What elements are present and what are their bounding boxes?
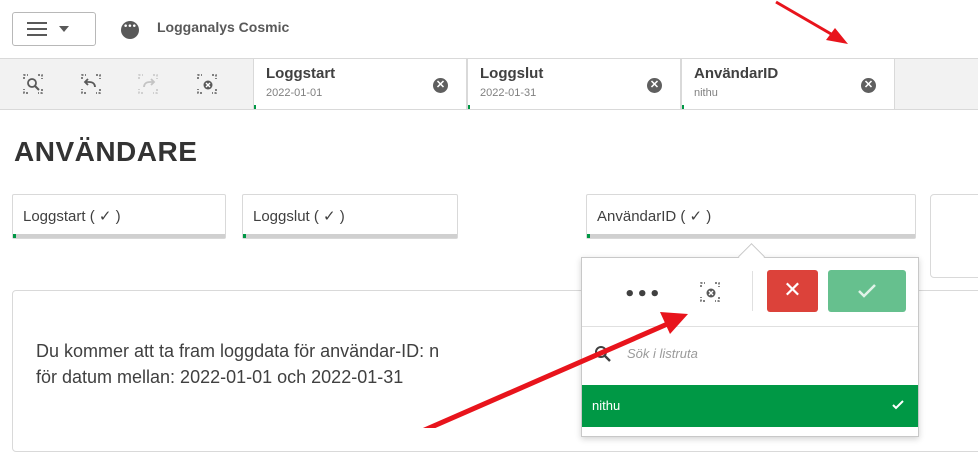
chevron-down-icon [59,26,69,32]
info-message-line2: för datum mellan: 2022-01-01 och 2022-01… [36,367,404,387]
close-icon[interactable]: ✕ [861,78,876,93]
chip-state-bar [254,105,256,109]
chip-value: 2022-01-01 [266,87,323,99]
filter-label: Loggstart ( ✓ ) [23,208,121,225]
chip-state-bar [468,105,470,109]
close-icon[interactable]: ✕ [433,78,448,93]
list-item-label: nithu [592,398,621,413]
clear-selection-icon[interactable] [699,281,721,303]
filter-label: Loggslut ( ✓ ) [253,208,345,225]
smart-search-icon[interactable] [22,73,44,95]
annotation-arrowhead-top [826,28,848,44]
chip-title: AnvändarID [694,65,779,82]
filter-label: AnvändarID ( ✓ ) [597,208,712,225]
filter-pane-loggstart[interactable]: Loggstart ( ✓ ) [12,194,226,239]
close-icon[interactable]: ✕ [647,78,662,93]
checkmark-icon [858,284,876,298]
more-options-button[interactable]: ••• [624,284,662,305]
step-forward-icon[interactable] [137,73,159,95]
listbox-search-input[interactable]: Sök i listruta [627,346,698,361]
annotation-arrow-top [775,0,839,40]
list-item[interactable]: nithu [582,385,918,427]
navigation-menu-button[interactable] [12,12,96,46]
info-message: Du kommer att ta fram loggdata för använ… [36,338,596,390]
chip-title: Loggstart [266,65,336,82]
divider [582,326,918,327]
step-back-icon[interactable] [80,73,102,95]
page-title: ANVÄNDARE [14,136,198,167]
filter-state-bar [13,234,225,238]
filter-pane-anvandarid[interactable]: AnvändarID ( ✓ ) [586,194,916,239]
search-icon [594,345,612,363]
app-icon [121,21,139,39]
chip-value: nithu [694,87,718,99]
chip-title: Loggslut [480,65,544,82]
filter-pane-loggslut[interactable]: Loggslut ( ✓ ) [242,194,458,239]
selection-chip-loggslut[interactable]: Loggslut 2022-01-31 ✕ [467,59,681,109]
selection-chip-loggstart[interactable]: Loggstart 2022-01-01 ✕ [253,59,467,109]
confirm-selection-button[interactable] [828,270,906,312]
filter-pane-partial[interactable] [930,194,978,278]
filter-state-bar [587,234,915,238]
cancel-selection-button[interactable]: ✕ [767,270,818,312]
checkmark-icon [892,400,904,410]
hamburger-icon [27,22,47,36]
clear-selections-icon[interactable] [196,73,218,95]
info-message-line1: Du kommer att ta fram loggdata för använ… [36,341,440,361]
chip-state-bar [682,105,684,109]
chip-value: 2022-01-31 [480,87,537,99]
app-title: Logganalys Cosmic [157,19,290,35]
selection-chip-anvandarid[interactable]: AnvändarID nithu ✕ [681,59,895,109]
divider [752,271,753,311]
filter-state-bar [243,234,457,238]
